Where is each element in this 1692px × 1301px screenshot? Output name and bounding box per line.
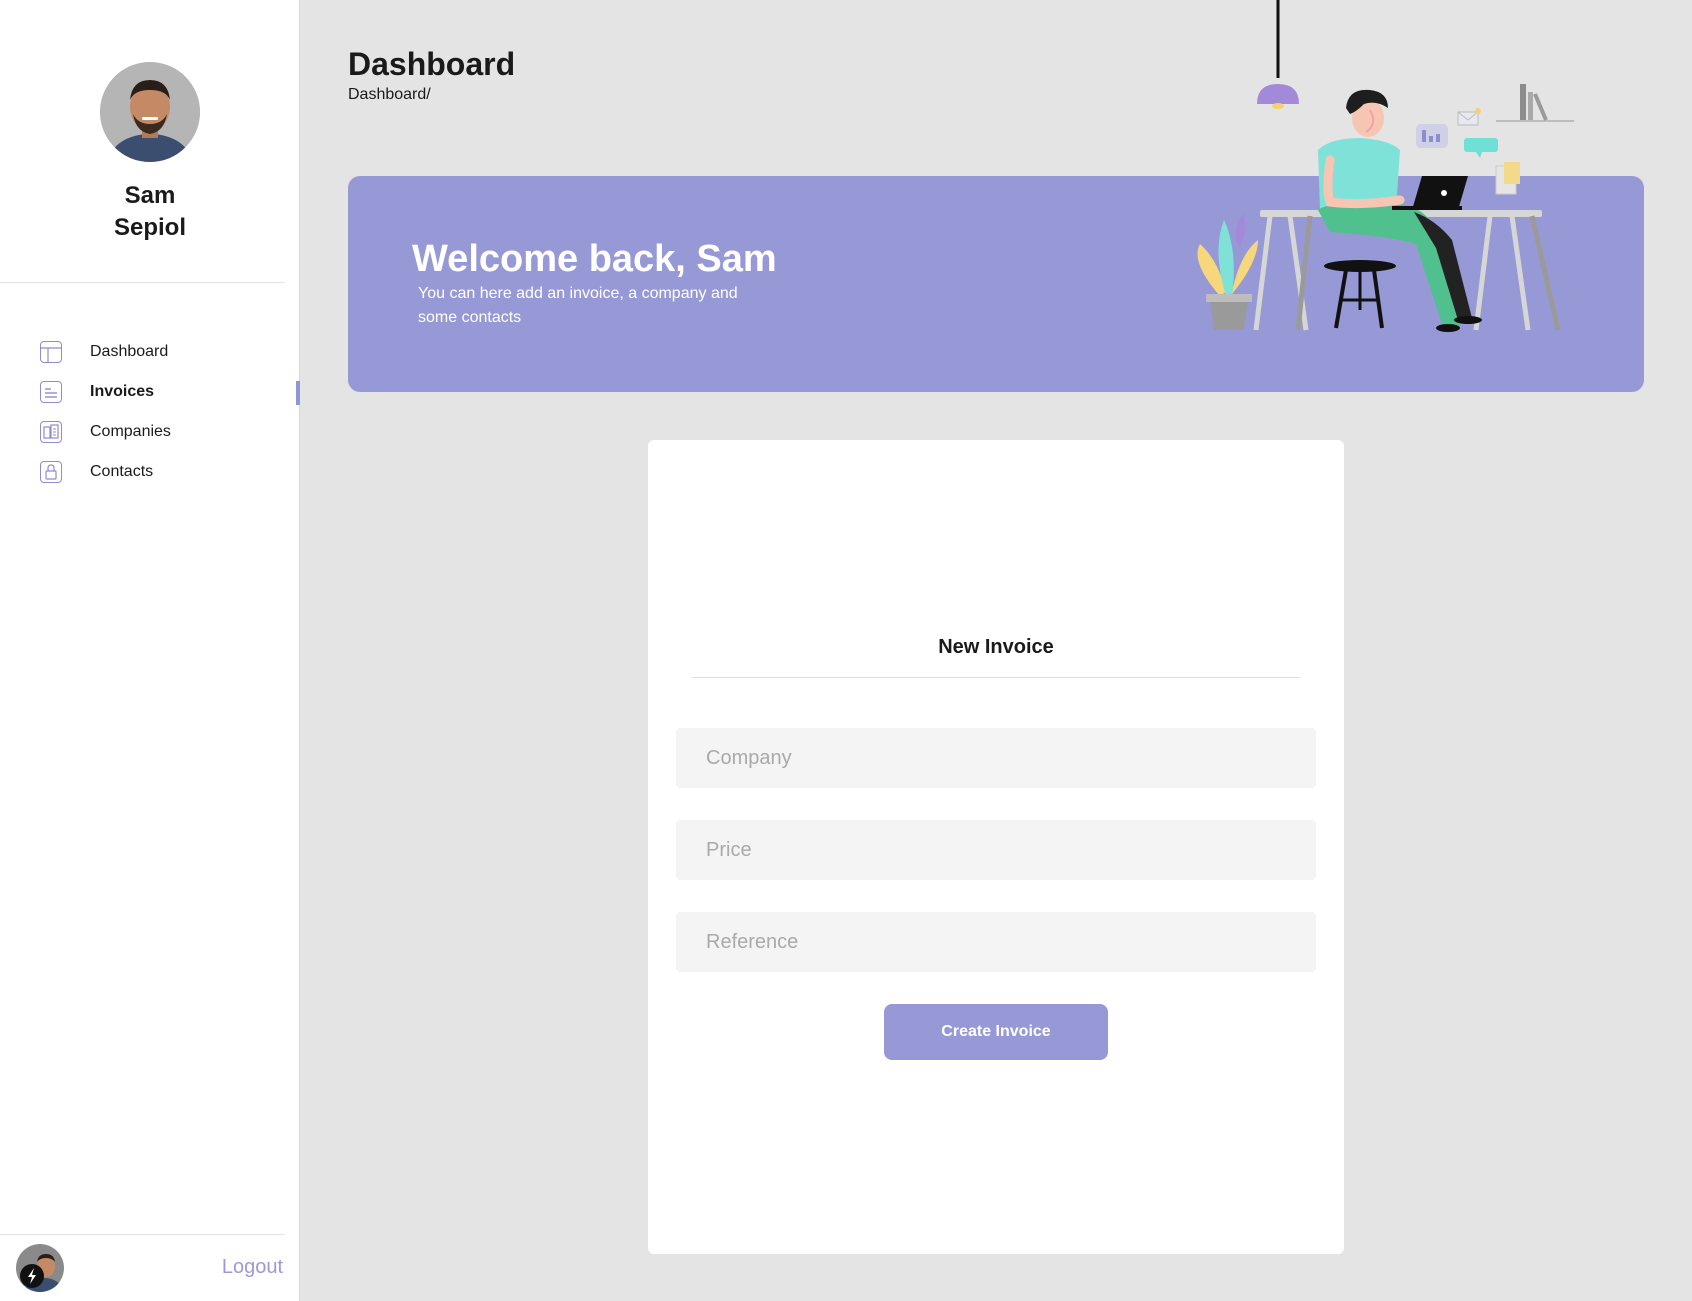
- user-avatar: [100, 62, 200, 162]
- layout-icon: [40, 341, 62, 363]
- building-icon: [40, 421, 62, 443]
- sidebar-nav: Dashboard Invoices Companies Contacts: [0, 332, 300, 492]
- sidebar: Sam Sepiol Dashboard Invoices Companies …: [0, 0, 300, 1301]
- price-input[interactable]: [676, 820, 1316, 880]
- main-content: Dashboard Dashboard/ Welcome back, Sam Y…: [300, 0, 1692, 1301]
- logout-link[interactable]: Logout: [222, 1256, 283, 1279]
- user-profile: Sam Sepiol: [0, 62, 300, 244]
- invoice-icon: [40, 381, 62, 403]
- sidebar-item-label: Invoices: [90, 383, 155, 400]
- sidebar-divider: [0, 282, 285, 283]
- reference-input[interactable]: [676, 912, 1316, 972]
- welcome-title: Welcome back, Sam: [412, 238, 777, 280]
- form-title: New Invoice: [938, 636, 1054, 658]
- sidebar-item-contacts[interactable]: Contacts: [0, 452, 300, 492]
- welcome-subtitle: You can here add an invoice, a company a…: [418, 285, 738, 326]
- workspace-illustration: [1197, 0, 1574, 332]
- sidebar-bottom-divider: [0, 1234, 285, 1235]
- company-input[interactable]: [676, 728, 1316, 788]
- page-title: Dashboard: [348, 46, 516, 82]
- breadcrumb[interactable]: Dashboard/: [348, 86, 431, 104]
- lock-icon: [40, 461, 62, 483]
- new-invoice-card: New Invoice Create Invoice: [648, 440, 1344, 1254]
- create-invoice-button[interactable]: Create Invoice: [884, 1004, 1108, 1060]
- sidebar-item-label: Dashboard: [90, 343, 169, 360]
- sidebar-item-dashboard[interactable]: Dashboard: [0, 332, 300, 372]
- user-avatar-small[interactable]: [16, 1244, 64, 1292]
- form-divider: [692, 677, 1300, 678]
- sidebar-item-companies[interactable]: Companies: [0, 412, 300, 452]
- sidebar-item-label: Contacts: [90, 463, 154, 480]
- user-name: Sam Sepiol: [113, 182, 186, 241]
- app-root: Sam Sepiol Dashboard Invoices Companies …: [0, 0, 1692, 1301]
- sidebar-item-label: Companies: [90, 423, 171, 440]
- sidebar-item-invoices[interactable]: Invoices: [0, 372, 300, 412]
